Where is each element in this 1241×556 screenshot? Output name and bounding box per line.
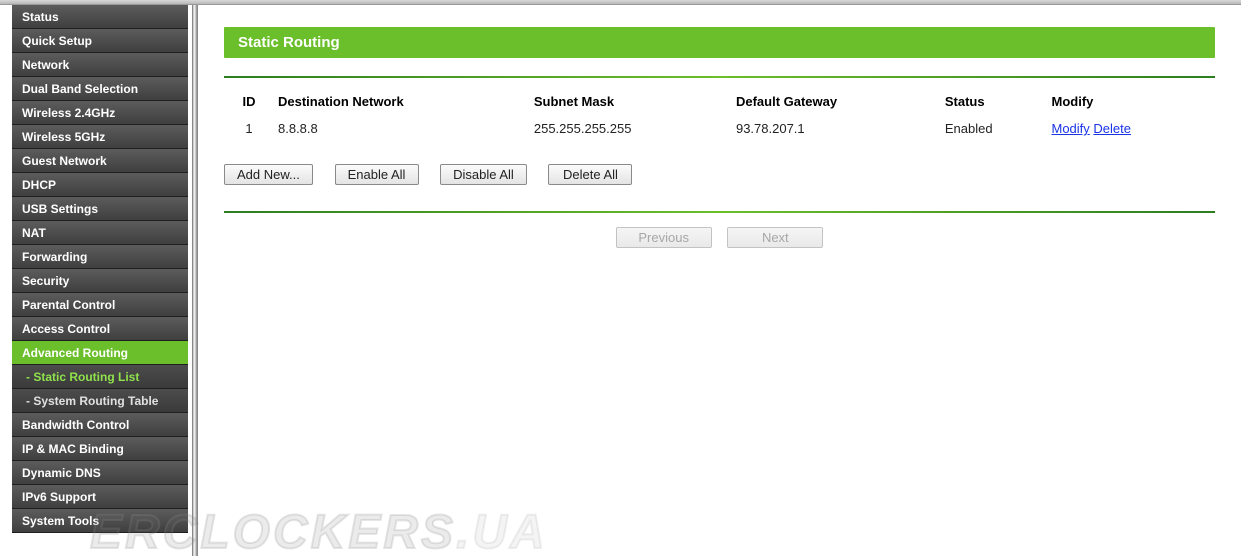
sidebar-item-10[interactable]: Forwarding bbox=[12, 245, 188, 269]
sidebar-item-17[interactable]: Dynamic DNS bbox=[12, 461, 188, 485]
cell-status: Enabled bbox=[941, 119, 1048, 142]
col-subnet-mask: Subnet Mask bbox=[530, 88, 732, 119]
sidebar: StatusQuick SetupNetworkDual Band Select… bbox=[12, 5, 188, 533]
routing-table: ID Destination Network Subnet Mask Defau… bbox=[224, 88, 1215, 142]
sidebar-item-4[interactable]: Wireless 2.4GHz bbox=[12, 101, 188, 125]
sidebar-item-5[interactable]: Wireless 5GHz bbox=[12, 125, 188, 149]
col-id: ID bbox=[224, 88, 274, 119]
section-divider bbox=[224, 76, 1215, 78]
content-pane: Static Routing ID Destination Network Su… bbox=[198, 5, 1241, 556]
col-destination: Destination Network bbox=[274, 88, 530, 119]
table-row: 1 8.8.8.8 255.255.255.255 93.78.207.1 En… bbox=[224, 119, 1215, 142]
enable-all-button[interactable]: Enable All bbox=[335, 164, 419, 185]
sidebar-item-12[interactable]: Parental Control bbox=[12, 293, 188, 317]
sidebar-item-13[interactable]: Access Control bbox=[12, 317, 188, 341]
previous-button[interactable]: Previous bbox=[616, 227, 712, 248]
sidebar-item-3[interactable]: Dual Band Selection bbox=[12, 77, 188, 101]
delete-all-button[interactable]: Delete All bbox=[548, 164, 632, 185]
sidebar-item-15[interactable]: Bandwidth Control bbox=[12, 413, 188, 437]
action-button-row: Add New... Enable All Disable All Delete… bbox=[224, 164, 1215, 185]
sidebar-item-16[interactable]: IP & MAC Binding bbox=[12, 437, 188, 461]
cell-id: 1 bbox=[224, 119, 274, 142]
sidebar-item-1[interactable]: Quick Setup bbox=[12, 29, 188, 53]
sidebar-subitem-14-0[interactable]: - Static Routing List bbox=[12, 365, 188, 389]
section-divider bbox=[224, 211, 1215, 213]
cell-destination: 8.8.8.8 bbox=[274, 119, 530, 142]
sidebar-item-6[interactable]: Guest Network bbox=[12, 149, 188, 173]
sidebar-item-18[interactable]: IPv6 Support bbox=[12, 485, 188, 509]
delete-link[interactable]: Delete bbox=[1093, 121, 1131, 136]
col-modify: Modify bbox=[1048, 88, 1216, 119]
add-new-button[interactable]: Add New... bbox=[224, 164, 313, 185]
modify-link[interactable]: Modify bbox=[1052, 121, 1090, 136]
disable-all-button[interactable]: Disable All bbox=[440, 164, 527, 185]
pager: Previous Next bbox=[224, 227, 1215, 248]
sidebar-item-11[interactable]: Security bbox=[12, 269, 188, 293]
page-title: Static Routing bbox=[224, 27, 1215, 58]
next-button[interactable]: Next bbox=[727, 227, 823, 248]
sidebar-item-19[interactable]: System Tools bbox=[12, 509, 188, 533]
cell-default-gateway: 93.78.207.1 bbox=[732, 119, 941, 142]
sidebar-subitem-14-1[interactable]: - System Routing Table bbox=[12, 389, 188, 413]
sidebar-item-2[interactable]: Network bbox=[12, 53, 188, 77]
col-default-gateway: Default Gateway bbox=[732, 88, 941, 119]
sidebar-item-8[interactable]: USB Settings bbox=[12, 197, 188, 221]
col-status: Status bbox=[941, 88, 1048, 119]
sidebar-item-0[interactable]: Status bbox=[12, 5, 188, 29]
cell-subnet-mask: 255.255.255.255 bbox=[530, 119, 732, 142]
sidebar-item-9[interactable]: NAT bbox=[12, 221, 188, 245]
sidebar-item-7[interactable]: DHCP bbox=[12, 173, 188, 197]
sidebar-item-14[interactable]: Advanced Routing bbox=[12, 341, 188, 365]
